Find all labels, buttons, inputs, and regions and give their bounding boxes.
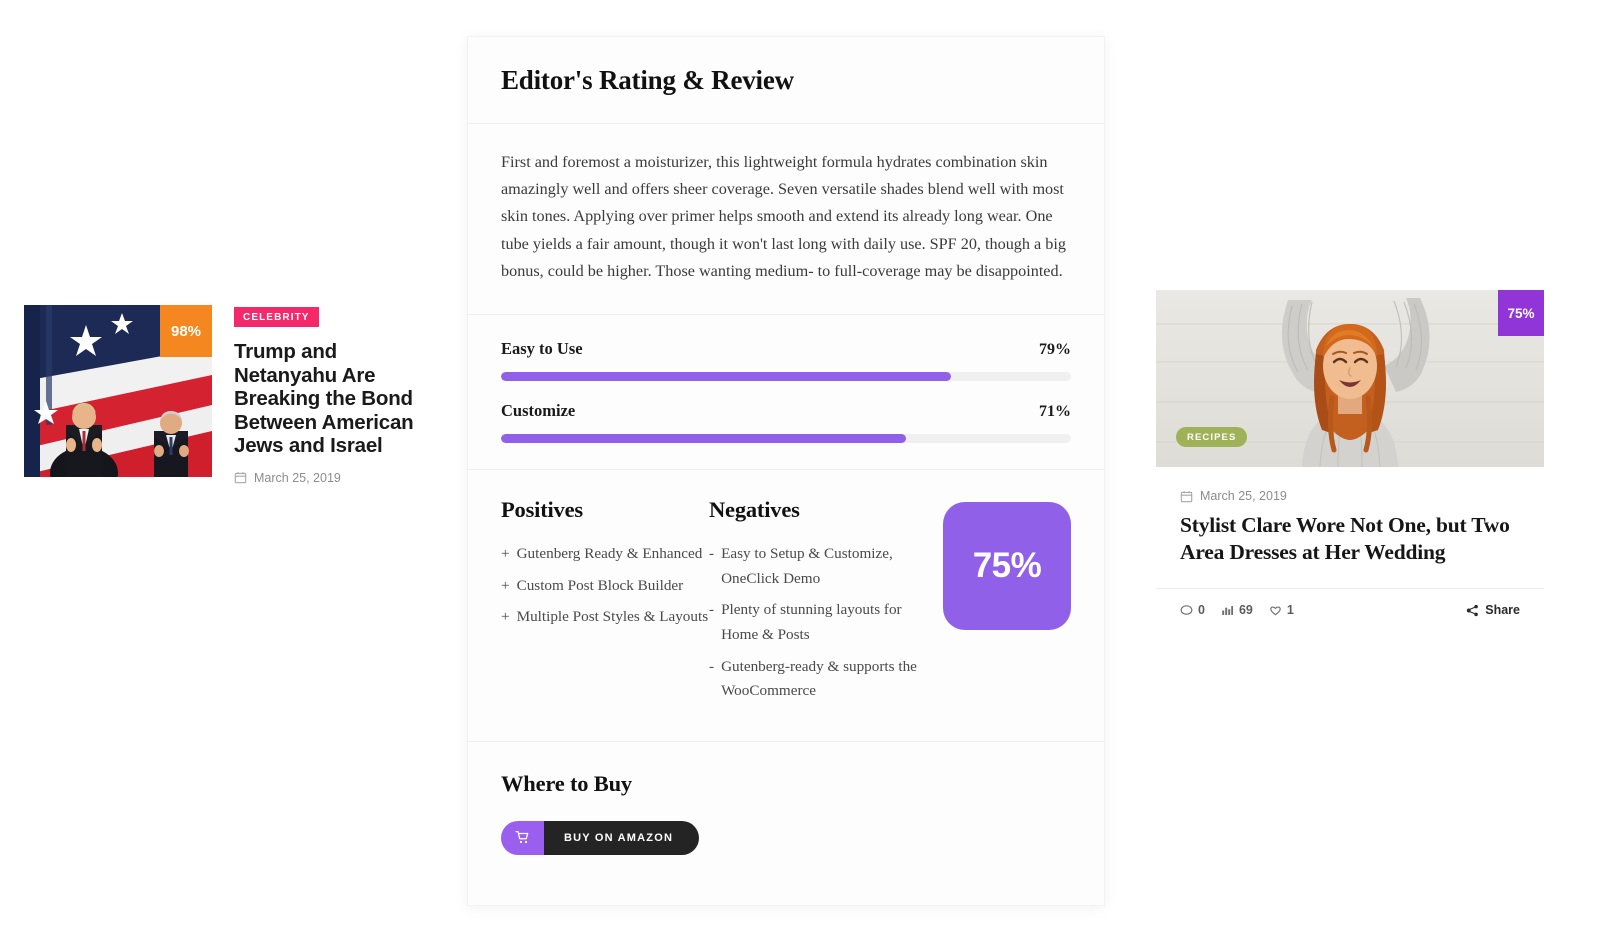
negatives-column: Negatives - Easy to Setup & Customize, O… bbox=[709, 497, 939, 711]
review-header: Editor's Rating & Review bbox=[468, 37, 1104, 123]
comment-count[interactable]: 0 bbox=[1180, 603, 1205, 617]
plus-icon: + bbox=[501, 608, 510, 626]
comment-icon bbox=[1180, 604, 1193, 615]
criterion-percent: 71% bbox=[1039, 403, 1071, 421]
positive-item-text: Custom Post Block Builder bbox=[516, 576, 684, 594]
negative-item: - Plenty of stunning layouts for Home & … bbox=[709, 598, 939, 647]
left-article-date: March 25, 2019 bbox=[254, 470, 341, 485]
negative-item-text: Easy to Setup & Customize, OneClick Demo bbox=[721, 545, 893, 587]
criterion-label: Easy to Use bbox=[501, 339, 583, 359]
criterion-row: Easy to Use 79% bbox=[501, 339, 1071, 382]
positive-item: + Gutenberg Ready & Enhanced bbox=[501, 542, 709, 567]
article-stats: 0 69 1 bbox=[1180, 603, 1294, 617]
criterion-row: Customize 71% bbox=[501, 401, 1071, 444]
like-count[interactable]: 1 bbox=[1269, 603, 1294, 617]
left-article-category-tag[interactable]: CELEBRITY bbox=[234, 307, 319, 327]
plus-icon: + bbox=[501, 545, 510, 563]
minus-icon: - bbox=[709, 657, 715, 675]
heart-icon bbox=[1270, 606, 1281, 616]
overall-score-badge: 75% bbox=[943, 502, 1071, 631]
right-article-date-row: March 25, 2019 bbox=[1180, 489, 1520, 503]
share-label: Share bbox=[1485, 603, 1520, 618]
right-article-body: March 25, 2019 Stylist Clare Wore Not On… bbox=[1156, 467, 1544, 566]
plus-icon: + bbox=[501, 576, 510, 594]
negative-item-text: Gutenberg-ready & supports the WooCommer… bbox=[721, 657, 917, 700]
review-title: Editor's Rating & Review bbox=[501, 65, 794, 95]
positive-item-text: Gutenberg Ready & Enhanced bbox=[516, 545, 703, 563]
negatives-heading: Negatives bbox=[709, 497, 800, 523]
negative-item: - Gutenberg-ready & supports the WooComm… bbox=[709, 655, 939, 704]
negative-item: - Easy to Setup & Customize, OneClick De… bbox=[709, 542, 939, 591]
criterion-progress-track bbox=[501, 434, 1071, 444]
buy-button-label: BUY ON AMAZON bbox=[544, 820, 700, 855]
left-article-card[interactable]: 98% CELEBRITY Trump and Netanyahu Are Br… bbox=[24, 305, 424, 485]
views-bar-chart-icon bbox=[1222, 605, 1233, 615]
right-article-card[interactable]: 75% RECIPES March 25, 2019 Stylist Clare… bbox=[1156, 290, 1544, 617]
criterion-progress-fill bbox=[501, 372, 952, 382]
comment-count-value: 0 bbox=[1198, 603, 1205, 618]
editor-review-card: Editor's Rating & Review First and forem… bbox=[467, 36, 1105, 906]
pros-and-cons-section: Positives + Gutenberg Ready & Enhanced +… bbox=[468, 470, 1104, 741]
where-to-buy-section: Where to Buy BUY ON AMAZON bbox=[468, 742, 1104, 905]
criterion-label: Customize bbox=[501, 401, 576, 421]
review-criteria-list: Easy to Use 79% Customize 71% bbox=[468, 315, 1104, 469]
minus-icon: - bbox=[709, 545, 715, 563]
positives-column: Positives + Gutenberg Ready & Enhanced +… bbox=[501, 497, 709, 711]
positive-item-text: Multiple Post Styles & Layouts bbox=[516, 608, 709, 626]
negative-item-text: Plenty of stunning layouts for Home & Po… bbox=[721, 601, 902, 643]
left-article-body: CELEBRITY Trump and Netanyahu Are Breaki… bbox=[234, 305, 424, 485]
minus-icon: - bbox=[709, 601, 715, 619]
positive-item: + Custom Post Block Builder bbox=[501, 574, 709, 599]
left-article-date-row: March 25, 2019 bbox=[234, 471, 424, 485]
where-to-buy-heading: Where to Buy bbox=[501, 770, 632, 796]
right-article-category-tag[interactable]: RECIPES bbox=[1176, 427, 1248, 447]
criterion-percent: 79% bbox=[1039, 341, 1071, 359]
review-summary-text: First and foremost a moisturizer, this l… bbox=[501, 153, 1066, 280]
criterion-progress-track bbox=[501, 372, 1071, 382]
positive-item: + Multiple Post Styles & Layouts bbox=[501, 605, 709, 630]
left-article-thumbnail[interactable]: 98% bbox=[24, 305, 212, 477]
criterion-progress-fill bbox=[501, 434, 906, 444]
review-summary: First and foremost a moisturizer, this l… bbox=[468, 124, 1104, 314]
right-article-date: March 25, 2019 bbox=[1200, 489, 1287, 503]
right-article-meta-row: 0 69 1 Share bbox=[1156, 588, 1544, 617]
view-count[interactable]: 69 bbox=[1221, 603, 1253, 617]
share-icon bbox=[1467, 604, 1479, 616]
buy-on-amazon-button[interactable]: BUY ON AMAZON bbox=[501, 820, 700, 855]
calendar-icon bbox=[234, 472, 247, 484]
view-count-value: 69 bbox=[1238, 603, 1253, 618]
calendar-icon bbox=[1180, 490, 1193, 502]
positives-heading: Positives bbox=[501, 497, 583, 523]
left-article-title[interactable]: Trump and Netanyahu Are Breaking the Bon… bbox=[234, 340, 424, 458]
share-button[interactable]: Share bbox=[1466, 603, 1520, 617]
right-article-title[interactable]: Stylist Clare Wore Not One, but Two Area… bbox=[1180, 512, 1520, 566]
right-article-score-badge: 75% bbox=[1498, 290, 1544, 336]
like-count-value: 1 bbox=[1286, 603, 1294, 618]
shopping-cart-icon bbox=[501, 820, 544, 855]
right-article-thumbnail[interactable]: 75% RECIPES bbox=[1156, 290, 1544, 467]
left-article-score-badge: 98% bbox=[160, 305, 212, 357]
